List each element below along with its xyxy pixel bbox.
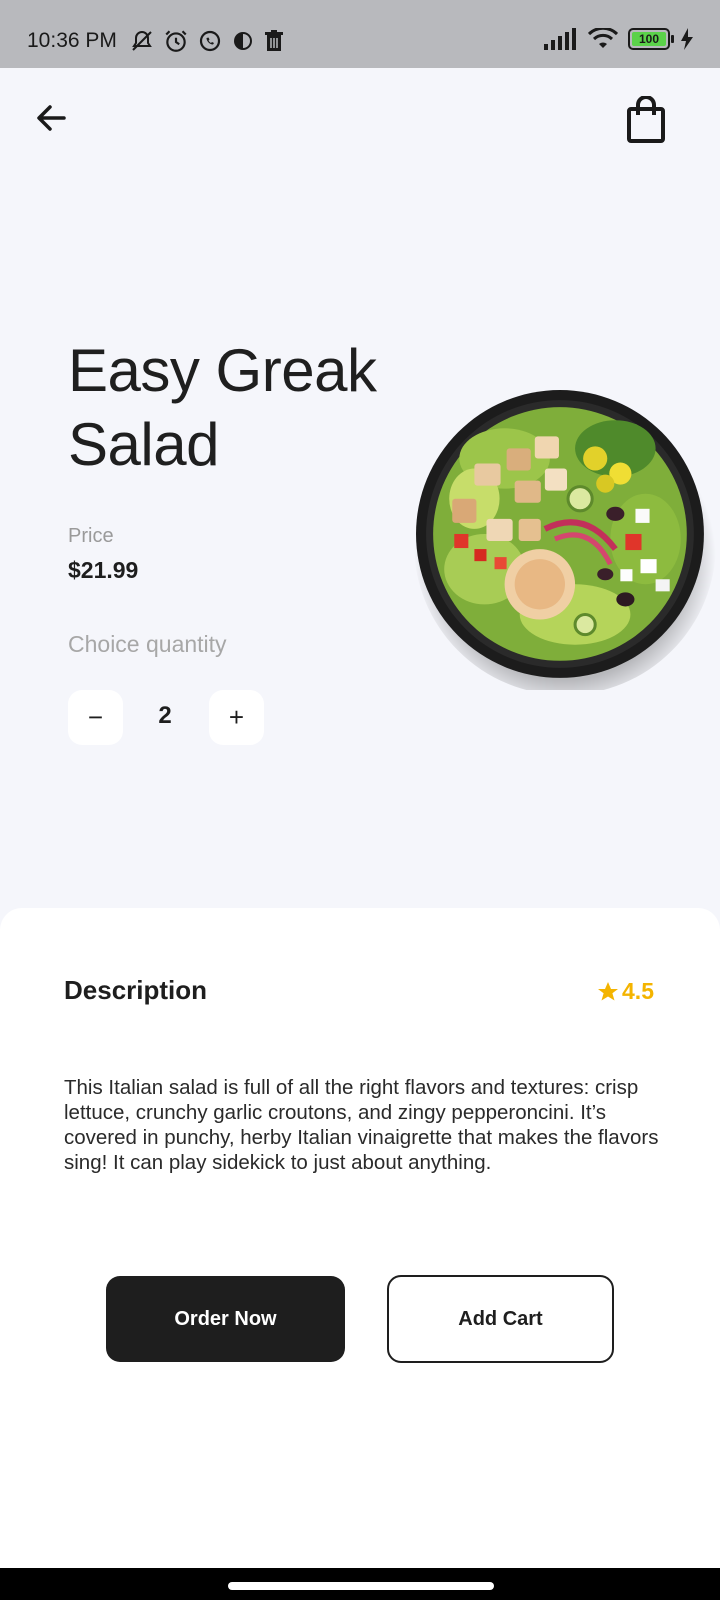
shopping-bag-icon: [627, 95, 665, 143]
description-title: Description: [64, 975, 208, 1005]
home-indicator[interactable]: [228, 1582, 494, 1590]
rating: 4.5: [596, 978, 654, 1005]
back-button[interactable]: [34, 100, 70, 136]
details-sheet: [0, 908, 720, 1568]
status-icons-right: 100: [544, 28, 694, 50]
quantity-label: Choice quantity: [68, 631, 227, 657]
status-icons-left: [130, 28, 284, 54]
battery-level: 100: [632, 32, 666, 46]
alarm-icon: [165, 30, 187, 52]
order-now-button[interactable]: Order Now: [106, 1276, 345, 1362]
charging-icon: [681, 28, 693, 50]
signal-icon: [544, 28, 576, 50]
description-text: This Italian salad is full of all the ri…: [64, 1076, 659, 1174]
salad-image: [414, 390, 716, 690]
arrow-left-icon: [37, 105, 66, 131]
wifi-icon: [588, 28, 618, 48]
whatsapp-icon: [199, 30, 221, 52]
plus-icon: +: [228, 702, 245, 732]
quantity-value: 2: [158, 702, 172, 729]
bell-off-icon: [132, 30, 152, 51]
product-title-line2: Salad: [68, 411, 219, 478]
cart-button[interactable]: [625, 95, 667, 144]
star-icon: [598, 981, 619, 1000]
add-cart-button[interactable]: Add Cart: [387, 1275, 614, 1363]
status-time: 10:36 PM: [27, 29, 117, 52]
rating-value: 4.5: [622, 978, 654, 1004]
battery-icon: 100: [628, 28, 674, 50]
minus-icon: −: [87, 702, 104, 732]
status-bar: 10:36 PM 100: [0, 0, 720, 68]
data-saver-icon: [234, 32, 252, 50]
product-title: Easy Greak Salad: [68, 334, 428, 482]
price-value: $21.99: [68, 557, 139, 583]
price-label: Price: [68, 525, 114, 547]
decrease-quantity-button[interactable]: −: [68, 690, 123, 745]
trash-icon: [265, 30, 283, 51]
increase-quantity-button[interactable]: +: [209, 690, 264, 745]
product-title-line1: Easy Greak: [68, 337, 377, 404]
